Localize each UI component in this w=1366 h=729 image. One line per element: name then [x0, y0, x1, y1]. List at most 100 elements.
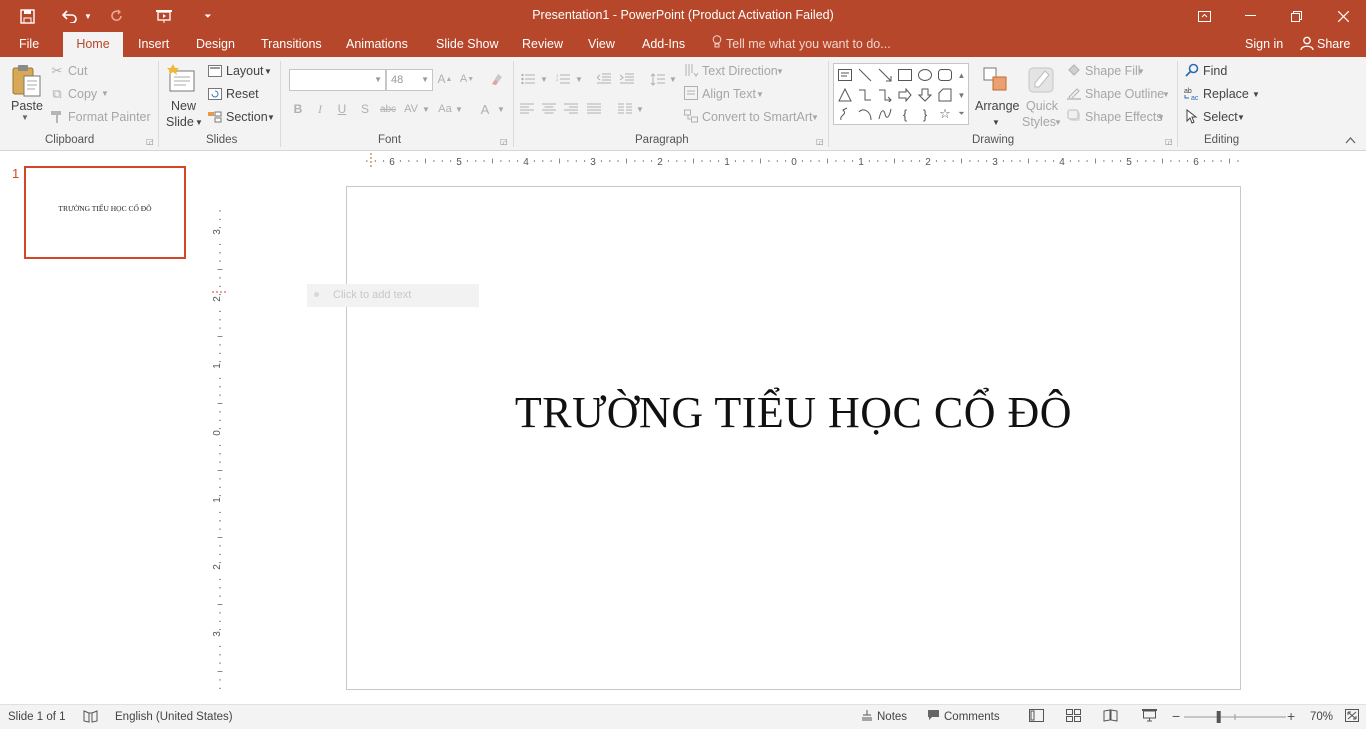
tab-file[interactable]: File [7, 32, 51, 57]
reset-button[interactable]: Reset [226, 87, 259, 101]
replace-button[interactable]: Replace [1203, 87, 1249, 101]
slide-canvas[interactable]: TRƯỜNG TIỂU HỌC CỔ ĐÔ [346, 186, 1241, 690]
clipboard-launcher-icon[interactable]: ◲ [146, 137, 154, 146]
gallery-scroll-up-icon[interactable]: ▲ [955, 66, 968, 84]
tab-animations[interactable]: Animations [334, 32, 420, 57]
tab-home[interactable]: Home [63, 32, 123, 57]
layout-dropdown-icon[interactable]: ▼ [264, 67, 272, 76]
font-launcher-icon[interactable]: ◲ [500, 137, 508, 146]
line-shape-icon[interactable] [856, 66, 874, 84]
new-slide-label-1[interactable]: New [171, 99, 196, 113]
arrange-dropdown-icon[interactable]: ▼ [992, 118, 1000, 127]
slide-counter[interactable]: Slide 1 of 1 [8, 711, 66, 723]
align-text-button[interactable]: Align Text [702, 87, 756, 101]
elbow-connector-shape-icon[interactable] [856, 86, 874, 104]
triangle-shape-icon[interactable] [836, 86, 854, 104]
strikethrough-icon[interactable]: abc [378, 101, 398, 117]
text-direction-button[interactable]: Text Direction [702, 64, 778, 78]
arrange-button[interactable]: Arrange [975, 99, 1019, 113]
increase-font-size-icon[interactable]: A ▲ [437, 71, 453, 87]
zoom-slider[interactable] [1184, 711, 1286, 723]
slide-thumbnail[interactable]: TRƯỜNG TIỂU HỌC CỔ ĐÔ [24, 166, 186, 259]
shape-effects-button[interactable]: Shape Effects [1085, 110, 1163, 124]
columns-icon[interactable] [617, 101, 633, 117]
paste-button[interactable]: Paste [11, 99, 43, 113]
shapes-gallery[interactable]: { } ☆ ▲ ▼ ⏷ [833, 63, 969, 125]
zoom-slider-thumb[interactable] [1216, 711, 1221, 723]
arrow-line-shape-icon[interactable] [876, 66, 894, 84]
quick-styles-icon[interactable] [1026, 63, 1056, 97]
shape-outline-dropdown-icon[interactable]: ▼ [1162, 90, 1170, 99]
zoom-in-icon[interactable]: + [1287, 708, 1295, 724]
text-shadow-icon[interactable]: S [358, 101, 372, 117]
paste-dropdown-icon[interactable]: ▼ [21, 113, 29, 122]
quick-styles-label-2[interactable]: Styles [1022, 115, 1056, 129]
new-slide-label-2[interactable]: Slide [166, 115, 194, 129]
line-spacing-icon[interactable] [650, 71, 666, 87]
quick-styles-label-1[interactable]: Quick [1026, 99, 1058, 113]
shape-fill-button[interactable]: Shape Fill [1085, 64, 1141, 78]
bold-icon[interactable]: B [291, 101, 305, 117]
format-painter-button[interactable]: Format Painter [68, 110, 151, 124]
decrease-font-size-icon[interactable]: A ▼ [459, 71, 475, 87]
left-brace-shape-icon[interactable]: { [896, 105, 914, 123]
change-case-icon[interactable]: Aa [435, 101, 455, 117]
rounded-rectangle-shape-icon[interactable] [936, 66, 954, 84]
columns-dropdown-icon[interactable]: ▼ [636, 105, 644, 114]
collapse-ribbon-icon[interactable] [1345, 135, 1356, 147]
new-slide-icon[interactable] [166, 61, 198, 97]
gallery-scroll-down-icon[interactable]: ▼ [955, 86, 968, 104]
elbow-arrow-shape-icon[interactable] [876, 86, 894, 104]
tab-transitions[interactable]: Transitions [249, 32, 334, 57]
tab-design[interactable]: Design [184, 32, 247, 57]
numbering-dropdown-icon[interactable]: ▼ [575, 75, 583, 84]
convert-smartart-dropdown-icon[interactable]: ▼ [811, 113, 819, 122]
tab-add-ins[interactable]: Add-Ins [630, 32, 697, 57]
justify-icon[interactable] [586, 101, 602, 117]
paste-icon[interactable] [8, 63, 44, 99]
paragraph-launcher-icon[interactable]: ◲ [816, 137, 824, 146]
numbering-icon[interactable]: 12 [555, 71, 571, 87]
slide-show-view-icon[interactable] [1142, 709, 1157, 725]
font-size-combo[interactable]: 48 ▼ [386, 69, 433, 91]
ribbon-display-options-icon[interactable] [1181, 0, 1227, 32]
right-arrow-shape-icon[interactable] [896, 86, 914, 104]
shape-effects-dropdown-icon[interactable]: ▼ [1157, 113, 1165, 122]
align-right-icon[interactable] [563, 101, 579, 117]
text-box-shape-icon[interactable] [836, 66, 854, 84]
section-button[interactable]: Section [226, 110, 268, 124]
wave-shape-icon[interactable] [876, 105, 894, 123]
font-color-icon[interactable]: A [478, 101, 492, 117]
zoom-out-icon[interactable]: − [1172, 708, 1180, 724]
notes-button[interactable]: Notes [877, 711, 907, 723]
spelling-check-icon[interactable] [83, 709, 98, 726]
align-text-dropdown-icon[interactable]: ▼ [756, 90, 764, 99]
curve-shape-icon[interactable] [836, 105, 854, 123]
bullets-icon[interactable] [520, 71, 536, 87]
section-dropdown-icon[interactable]: ▼ [267, 113, 275, 122]
rectangle-shape-icon[interactable] [896, 66, 914, 84]
find-button[interactable]: Find [1203, 64, 1227, 78]
vertical-ruler[interactable]: 3 2 1 0 1 2 3 [212, 186, 228, 689]
tab-review[interactable]: Review [510, 32, 575, 57]
down-arrow-shape-icon[interactable] [916, 86, 934, 104]
comments-button[interactable]: Comments [944, 711, 1000, 723]
tab-slide-show[interactable]: Slide Show [424, 32, 511, 57]
replace-dropdown-icon[interactable]: ▼ [1252, 90, 1260, 99]
align-center-icon[interactable] [541, 101, 557, 117]
align-left-icon[interactable] [519, 101, 535, 117]
tab-view[interactable]: View [576, 32, 627, 57]
shape-fill-dropdown-icon[interactable]: ▼ [1137, 67, 1145, 76]
close-icon[interactable] [1320, 0, 1366, 32]
tell-me-search[interactable]: Tell me what you want to do... [712, 32, 891, 57]
quick-styles-dropdown-icon[interactable]: ▼ [1054, 118, 1062, 127]
sign-in-link[interactable]: Sign in [1245, 32, 1283, 57]
pentagon-shape-icon[interactable] [936, 86, 954, 104]
line-spacing-dropdown-icon[interactable]: ▼ [669, 75, 677, 84]
italic-icon[interactable]: I [313, 101, 327, 117]
minimize-icon[interactable] [1227, 0, 1273, 32]
character-spacing-dropdown-icon[interactable]: ▼ [422, 105, 430, 114]
drawing-launcher-icon[interactable]: ◲ [1165, 137, 1173, 146]
layout-button[interactable]: Layout [226, 64, 264, 78]
font-color-dropdown-icon[interactable]: ▼ [497, 105, 505, 114]
